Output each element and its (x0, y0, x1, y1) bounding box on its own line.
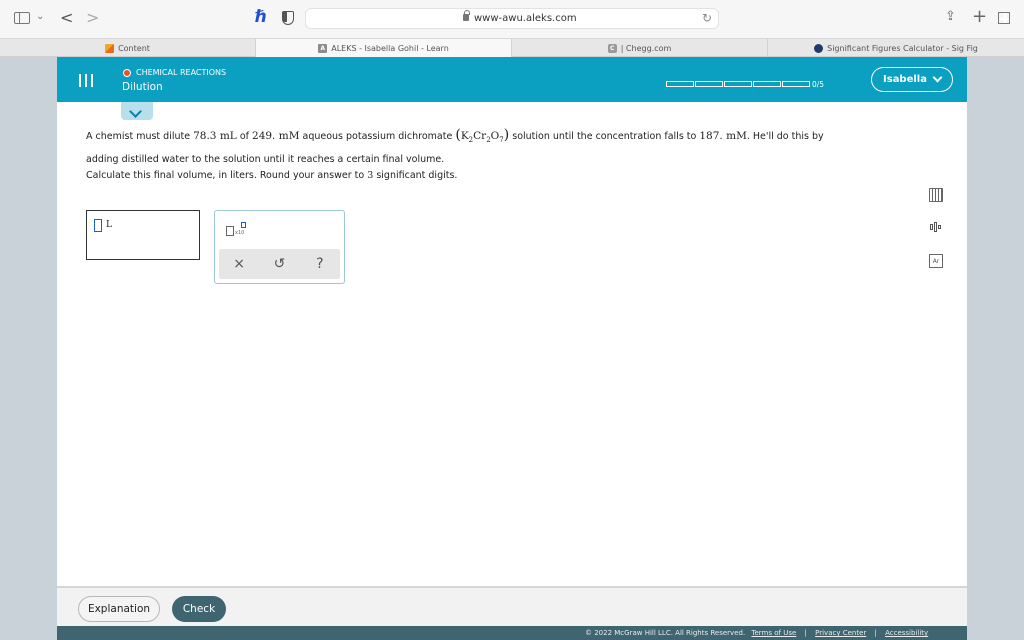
accessibility-link[interactable]: Accessibility (885, 629, 928, 637)
tab-overview-icon[interactable] (998, 12, 1010, 24)
progress-segment (666, 81, 694, 87)
forward-button[interactable]: > (86, 10, 99, 26)
legal-bar: © 2022 McGraw Hill LLC. All Rights Reser… (57, 626, 967, 640)
progress-segment (724, 81, 752, 87)
math-tool-palette: x10 × ↺ ? (214, 210, 345, 284)
data-chart-icon[interactable] (929, 220, 943, 234)
tab-label: Significant Figures Calculator - Sig Fig (827, 43, 978, 53)
topic-status-icon (123, 68, 131, 77)
clear-button[interactable]: × (227, 253, 251, 275)
tab-label: | Chegg.com (620, 43, 672, 53)
honey-extension-icon[interactable]: ℏ (255, 9, 267, 26)
aleks-favicon-icon: A (318, 43, 328, 53)
tab-label: ALEKS - Isabella Gohil - Learn (331, 43, 449, 53)
menu-icon (79, 73, 81, 87)
browser-toolbar: ⌄ < > ℏ www-awu.aleks.com ↻ ⇪ + (0, 0, 1024, 38)
progress-label: 0/5 (812, 80, 825, 89)
terms-link[interactable]: Terms of Use (751, 629, 796, 637)
reload-icon[interactable]: ↻ (702, 11, 712, 25)
x10-label: x10 (235, 230, 245, 236)
sigfig-favicon-icon (814, 43, 824, 53)
calculator-icon[interactable] (929, 188, 943, 202)
lock-icon (463, 10, 470, 21)
chegg-favicon-icon: C (607, 43, 617, 53)
check-button[interactable]: Check (172, 596, 226, 622)
tab-chegg[interactable]: C | Chegg.com (512, 39, 768, 57)
chemical-formula: (K2Cr2O7) (455, 127, 510, 145)
progress-segment (695, 81, 723, 87)
answer-unit: L (106, 220, 112, 230)
tab-label: Content (118, 43, 150, 53)
collapse-header-button[interactable] (121, 102, 153, 120)
topic-title: Dilution (122, 81, 163, 93)
question-panel: A chemist must dilute 78.3 mL of 249. mM… (57, 102, 967, 586)
copyright-text: © 2022 McGraw Hill LLC. All Rights Reser… (585, 629, 746, 637)
share-icon[interactable]: ⇪ (945, 10, 956, 23)
privacy-link[interactable]: Privacy Center (815, 629, 866, 637)
answer-input-box[interactable]: L (86, 210, 200, 260)
help-button[interactable]: ? (308, 253, 332, 275)
url-text: www-awu.aleks.com (474, 13, 577, 24)
address-bar[interactable]: www-awu.aleks.com ↻ (305, 8, 719, 29)
scientific-notation-button[interactable]: x10 (225, 221, 249, 239)
user-menu-button[interactable]: Isabella (871, 67, 953, 92)
tab-bar: Content A ALEKS - Isabella Gohil - Learn… (0, 38, 1024, 57)
question-text: A chemist must dilute 78.3 mL of 249. mM… (86, 127, 824, 166)
back-button[interactable]: < (60, 10, 73, 26)
sidebar-toggle-icon[interactable] (14, 12, 30, 24)
undo-button[interactable]: ↺ (267, 253, 291, 275)
content-favicon-icon (105, 43, 115, 53)
explanation-button[interactable]: Explanation (78, 596, 160, 622)
palette-action-bar: × ↺ ? (219, 249, 340, 279)
progress-segment (782, 81, 810, 87)
category-label: CHEMICAL REACTIONS (136, 68, 227, 77)
user-name: Isabella (883, 74, 927, 85)
privacy-shield-icon[interactable] (282, 11, 294, 25)
progress-bar (666, 81, 811, 87)
progress-segment (753, 81, 781, 87)
tab-aleks[interactable]: A ALEKS - Isabella Gohil - Learn (256, 39, 512, 57)
tab-sigfig[interactable]: Significant Figures Calculator - Sig Fig (768, 39, 1024, 57)
chevron-down-icon (932, 72, 943, 83)
menu-button[interactable] (69, 67, 103, 93)
topic-category: CHEMICAL REACTIONS (123, 68, 226, 77)
aleks-header: CHEMICAL REACTIONS Dilution 0/5 Isabella (57, 57, 967, 102)
periodic-table-icon[interactable]: Ar (929, 254, 943, 268)
new-tab-icon[interactable]: + (972, 8, 987, 26)
tab-content[interactable]: Content (0, 39, 256, 57)
action-footer: Explanation Check (57, 586, 967, 626)
chevron-down-icon[interactable]: ⌄ (36, 12, 44, 22)
answer-input-field[interactable] (94, 219, 102, 232)
question-instruction: Calculate this final volume, in liters. … (86, 170, 458, 181)
